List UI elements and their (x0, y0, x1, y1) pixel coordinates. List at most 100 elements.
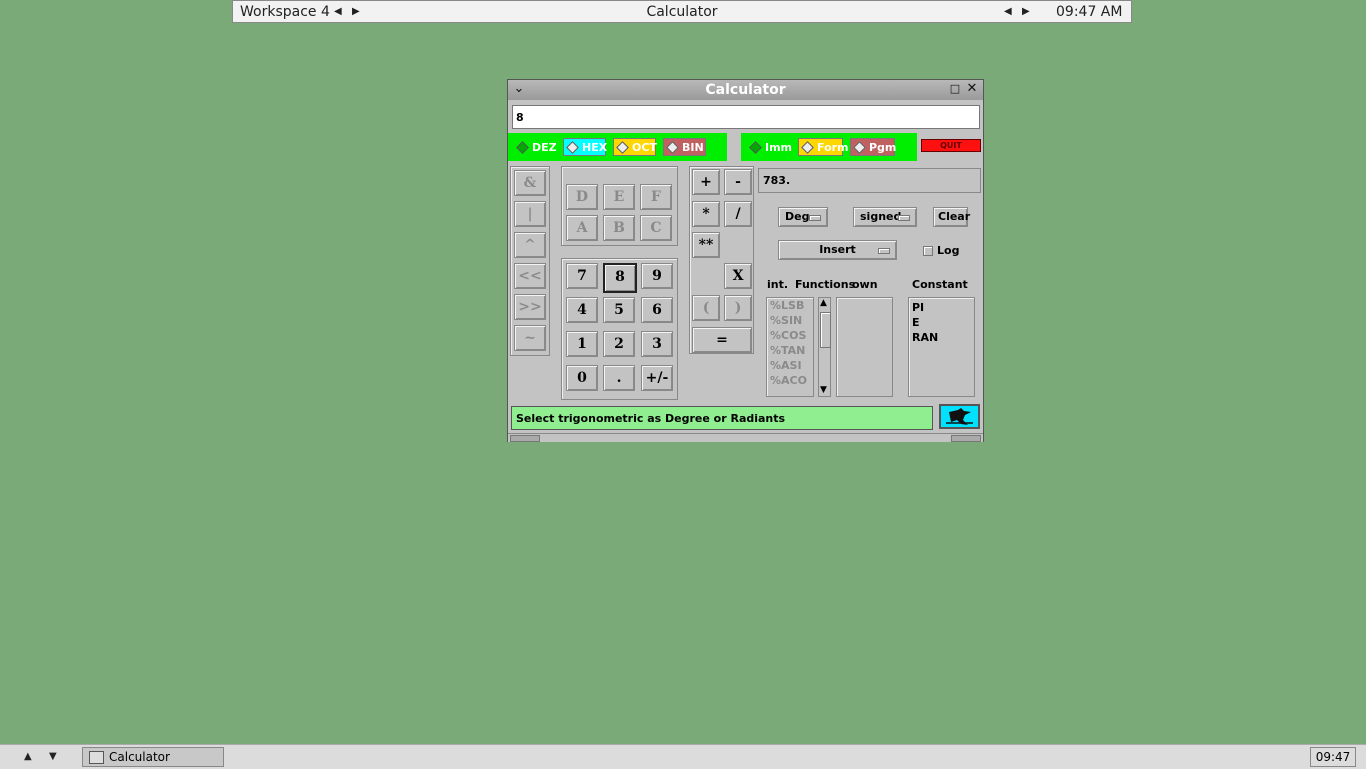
option-menu-icon (898, 215, 910, 221)
digit-c-button[interactable]: C (640, 215, 672, 241)
window-title: Calculator (705, 82, 786, 98)
base-hex-label: HEX (582, 141, 608, 154)
shift-left-button[interactable]: << (514, 263, 546, 289)
own-functions-list[interactable] (836, 297, 893, 397)
list-item[interactable]: PI (909, 300, 974, 315)
digit-9-button[interactable]: 9 (641, 263, 673, 289)
equals-button[interactable]: = (692, 327, 752, 353)
functions-list[interactable]: %LSB %SIN %COS %TAN %ASI %ACO (766, 297, 814, 397)
base-hex-radio[interactable]: HEX (563, 138, 608, 156)
list-item[interactable]: E (909, 315, 974, 330)
power-button[interactable]: ** (692, 232, 720, 258)
title-bar[interactable]: ⌄ Calculator □ ✕ (508, 80, 983, 100)
insert-mode-select[interactable]: Insert (778, 240, 897, 260)
option-menu-icon (878, 248, 890, 254)
scroll-left-handle[interactable] (510, 435, 540, 442)
constants-list[interactable]: PI E RAN (908, 297, 975, 397)
multiply-button[interactable]: * (692, 201, 720, 227)
input-field[interactable]: 8 (512, 105, 980, 129)
bottom-panel: ▲ ▼ Calculator 09:47 (0, 744, 1366, 769)
radio-icon (616, 141, 629, 154)
digit-f-button[interactable]: F (640, 184, 672, 210)
digit-b-button[interactable]: B (603, 215, 635, 241)
digit-4-button[interactable]: 4 (566, 297, 598, 323)
base-bin-radio[interactable]: BIN (663, 138, 706, 156)
base-bin-label: BIN (682, 141, 704, 154)
logo-icon[interactable] (939, 404, 980, 429)
or-button[interactable]: | (514, 201, 546, 227)
own-label: own (852, 278, 878, 291)
log-label: Log (937, 244, 960, 257)
negate-button[interactable]: +/- (641, 365, 673, 391)
horizontal-scrollbar[interactable] (508, 433, 983, 442)
x-variable-button[interactable]: X (724, 263, 752, 289)
functions-scrollbar[interactable]: ▲ ▼ (818, 297, 831, 397)
top-panel: Workspace 4 ◀ ▶ Calculator ◀ ▶ 09:47 AM (232, 0, 1132, 23)
calculator-window: ⌄ Calculator □ ✕ 8 DEZ HEX OCT BIN Imm F… (507, 79, 984, 442)
plus-button[interactable]: + (692, 169, 720, 195)
top-clock: 09:47 AM (1056, 4, 1123, 20)
list-item[interactable]: RAN (909, 330, 974, 345)
quit-button[interactable]: QUIT (921, 139, 981, 152)
window-next-icon[interactable]: ▶ (1022, 6, 1030, 17)
scroll-thumb[interactable] (820, 312, 831, 348)
option-menu-icon (809, 215, 821, 221)
maximize-icon[interactable]: □ (948, 82, 962, 96)
digit-3-button[interactable]: 3 (641, 331, 673, 357)
shift-right-button[interactable]: >> (514, 294, 546, 320)
left-paren-button[interactable]: ( (692, 295, 720, 321)
window-prev-icon[interactable]: ◀ (1004, 6, 1012, 17)
right-paren-button[interactable]: ) (724, 295, 752, 321)
scroll-right-handle[interactable] (951, 435, 981, 442)
mode-imm-radio[interactable]: Imm (746, 138, 792, 156)
xor-button[interactable]: ^ (514, 232, 546, 258)
angle-unit-value: Deg (785, 210, 810, 223)
digit-d-button[interactable]: D (566, 184, 598, 210)
minus-button[interactable]: - (724, 169, 752, 195)
scroll-down-icon[interactable]: ▼ (820, 386, 827, 395)
clear-button[interactable]: Clear (933, 207, 970, 227)
list-item[interactable]: %ACO (767, 373, 813, 388)
taskbar-calculator-button[interactable]: Calculator (82, 747, 224, 767)
base-selector: DEZ HEX OCT BIN (508, 133, 727, 161)
digit-a-button[interactable]: A (566, 215, 598, 241)
operators-panel: + - * / ** X ( ) = (689, 166, 754, 354)
base-dez-label: DEZ (532, 141, 557, 154)
status-bar: Select trigonometric as Degree or Radian… (511, 406, 933, 430)
scroll-up-icon[interactable]: ▲ (820, 299, 827, 308)
panel-up-icon[interactable]: ▲ (24, 751, 32, 762)
log-checkbox[interactable] (923, 246, 933, 256)
sign-mode-select[interactable]: signed (853, 207, 917, 227)
list-item[interactable]: %ASI (767, 358, 813, 373)
digit-0-button[interactable]: 0 (566, 365, 598, 391)
digits-panel: 7 8 9 4 5 6 1 2 3 0 . +/- (561, 258, 678, 400)
mode-pgm-radio[interactable]: Pgm (850, 138, 896, 156)
decimal-point-button[interactable]: . (603, 365, 635, 391)
digit-1-button[interactable]: 1 (566, 331, 598, 357)
list-item[interactable]: %LSB (767, 298, 813, 313)
window-icon (89, 751, 104, 764)
not-button[interactable]: ~ (514, 325, 546, 351)
hex-digits-panel: D E F A B C (561, 166, 678, 246)
active-window-title: Calculator (646, 4, 718, 20)
radio-selected-icon (749, 141, 762, 154)
digit-e-button[interactable]: E (603, 184, 635, 210)
mode-selector: Imm Form Pgm (741, 133, 917, 161)
panel-down-icon[interactable]: ▼ (49, 751, 57, 762)
constant-label: Constant (912, 278, 968, 291)
digit-6-button[interactable]: 6 (641, 297, 673, 323)
list-item[interactable]: %TAN (767, 343, 813, 358)
mode-form-radio[interactable]: Form (798, 138, 849, 156)
angle-unit-select[interactable]: Deg (778, 207, 828, 227)
list-item[interactable]: %COS (767, 328, 813, 343)
base-dez-radio[interactable]: DEZ (513, 138, 557, 156)
digit-8-button[interactable]: 8 (603, 263, 637, 293)
digit-5-button[interactable]: 5 (603, 297, 635, 323)
digit-2-button[interactable]: 2 (603, 331, 635, 357)
divide-button[interactable]: / (724, 201, 752, 227)
list-item[interactable]: %SIN (767, 313, 813, 328)
digit-7-button[interactable]: 7 (566, 263, 598, 289)
close-icon[interactable]: ✕ (965, 82, 979, 96)
base-oct-radio[interactable]: OCT (613, 138, 657, 156)
and-button[interactable]: & (514, 170, 546, 196)
